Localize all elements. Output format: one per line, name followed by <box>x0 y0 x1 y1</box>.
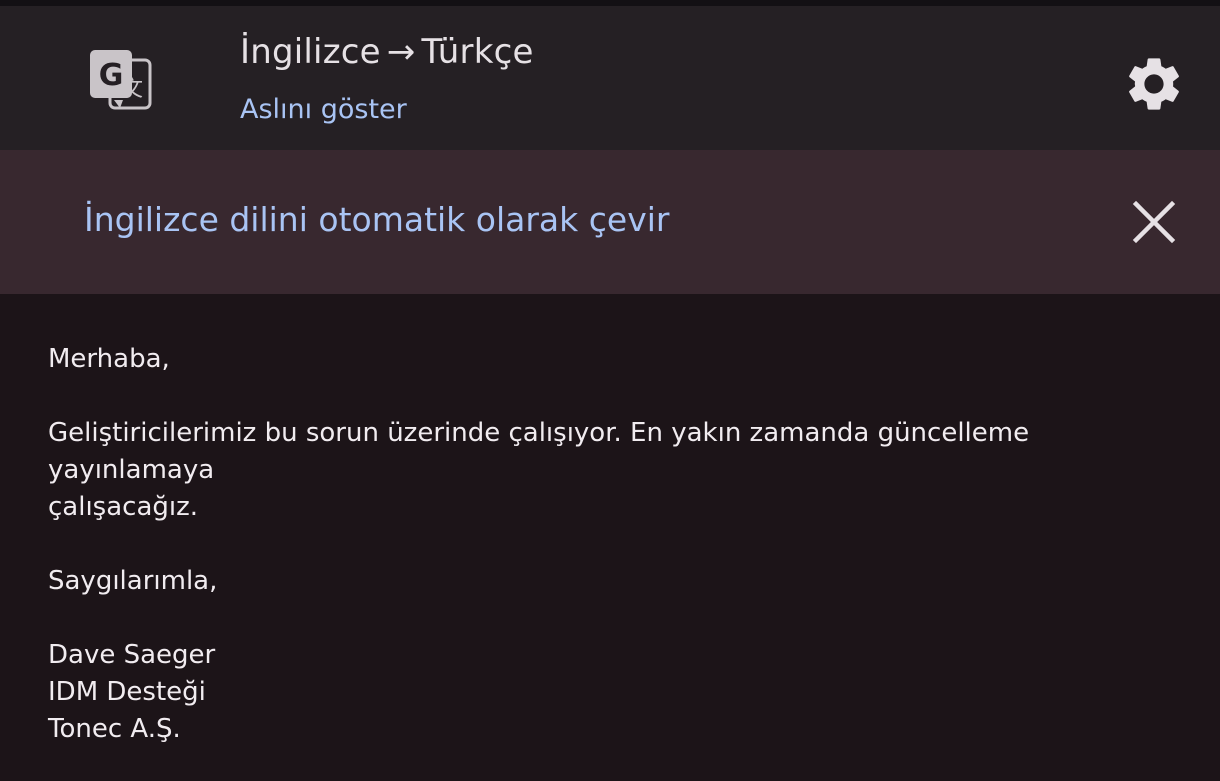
body-line-1: Geliştiricilerimiz bu sorun üzerinde çal… <box>48 418 1030 485</box>
auto-translate-banner: İngilizce dilini otomatik olarak çevir <box>0 150 1220 294</box>
arrow-right-icon: → <box>386 32 416 72</box>
auto-translate-option[interactable]: İngilizce dilini otomatik olarak çevir <box>84 200 669 239</box>
svg-text:文: 文 <box>121 77 143 102</box>
signature-name: Dave Saeger <box>48 640 216 670</box>
source-language: İngilizce <box>240 32 381 72</box>
language-pair: İngilizce → Türkçe <box>240 32 534 72</box>
google-translate-icon: G 文 <box>90 50 152 110</box>
close-icon[interactable] <box>1130 198 1178 246</box>
closing: Saygılarımla, <box>48 566 218 596</box>
target-language: Türkçe <box>421 32 534 72</box>
body-line-2: çalışacağız. <box>48 492 199 522</box>
translate-header: G 文 İngilizce → Türkçe Aslını göster <box>0 6 1220 150</box>
message-body: Merhaba, Geliştiricilerimiz bu sorun üze… <box>48 341 1178 748</box>
show-original-link[interactable]: Aslını göster <box>240 94 407 125</box>
gear-icon[interactable] <box>1122 52 1186 116</box>
signature-company: Tonec A.Ş. <box>48 714 181 744</box>
svg-text:G: G <box>99 58 124 93</box>
greeting: Merhaba, <box>48 344 170 374</box>
signature-team: IDM Desteği <box>48 677 206 707</box>
